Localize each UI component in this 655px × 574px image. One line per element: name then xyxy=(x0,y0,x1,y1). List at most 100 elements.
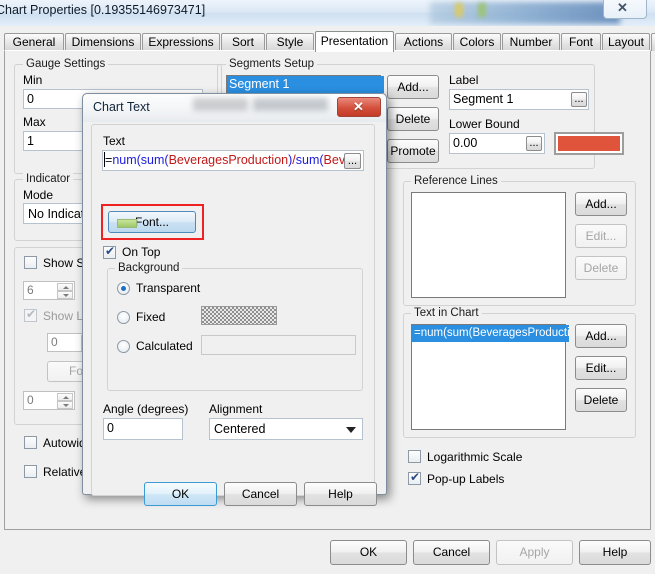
background-fixed-radio[interactable] xyxy=(117,311,130,324)
labels-every-value: 0 xyxy=(51,335,58,349)
on-top-checkbox[interactable]: ✔ xyxy=(103,245,116,259)
check-icon: ✔ xyxy=(26,307,37,321)
dialog-footer: OK Cancel Apply Help xyxy=(4,534,651,572)
segments-promote-button[interactable]: Promote xyxy=(387,139,439,163)
expr-fn-sum-1: sum( xyxy=(140,153,169,167)
tab-general[interactable]: General xyxy=(4,33,64,51)
lower-bound-label: Lower Bound xyxy=(449,117,520,131)
popup-labels-checkbox[interactable]: ✔ xyxy=(408,470,421,485)
segment-color-swatch[interactable] xyxy=(554,132,624,155)
background-group-label: Background xyxy=(115,262,183,274)
list-item[interactable]: =num(sum(BeveragesProduction xyxy=(412,325,569,342)
text-in-chart-delete-button[interactable]: Delete xyxy=(575,388,627,412)
titlebar-smudge-b xyxy=(253,98,328,111)
minor-units-up-icon[interactable] xyxy=(57,393,73,401)
minor-units-down-icon[interactable] xyxy=(57,401,73,409)
window-titlebar: Chart Properties [0.19355146973471] ✕ xyxy=(0,0,655,26)
reference-lines-delete-button[interactable]: Delete xyxy=(575,256,627,280)
apply-button[interactable]: Apply xyxy=(496,540,573,565)
tab-font[interactable]: Font xyxy=(561,33,601,51)
window-title: Chart Properties [0.19355146973471] xyxy=(0,3,206,17)
major-units-down-icon[interactable] xyxy=(57,291,73,299)
reference-lines-add-button[interactable]: Add... xyxy=(575,192,627,216)
tab-number[interactable]: Number xyxy=(502,33,560,51)
ok-button[interactable]: OK xyxy=(330,540,407,565)
major-units-stepper[interactable]: 6 xyxy=(23,281,75,300)
text-in-chart-group-label: Text in Chart xyxy=(411,307,482,319)
angle-input[interactable]: 0 xyxy=(103,418,183,440)
indicator-group-label: Indicator xyxy=(23,173,74,185)
text-expression-value: =num(sum(BeveragesProduction)/sum(Beve xyxy=(105,152,352,169)
show-scale-checkbox[interactable] xyxy=(24,256,37,269)
tab-colors[interactable]: Colors xyxy=(453,33,501,51)
tab-bar: General Dimensions Expressions Sort Styl… xyxy=(4,31,655,52)
autowidth-checkbox[interactable] xyxy=(24,436,37,449)
chart-text-help-button[interactable]: Help xyxy=(304,482,377,506)
help-button[interactable]: Help xyxy=(579,540,651,565)
segments-setup-group-label: Segments Setup xyxy=(226,58,318,70)
text-in-chart-edit-button[interactable]: Edit... xyxy=(575,356,627,380)
major-units-up-icon[interactable] xyxy=(57,283,73,291)
chart-text-font-button-label: Font... xyxy=(134,215,169,229)
chart-text-cancel-button[interactable]: Cancel xyxy=(224,482,297,506)
cancel-button[interactable]: Cancel xyxy=(413,540,490,565)
text-in-chart-add-button[interactable]: Add... xyxy=(575,324,627,348)
alignment-value: Centered xyxy=(214,422,266,436)
chart-text-font-button[interactable]: Font... xyxy=(108,211,196,233)
chart-text-dialog: Chart Text ✕ Text =num(sum(BeveragesProd… xyxy=(82,93,387,506)
reference-lines-list[interactable] xyxy=(411,192,566,298)
chart-text-ok-button[interactable]: OK xyxy=(144,482,217,506)
popup-labels-label: Pop-up Labels xyxy=(427,472,505,486)
chart-text-titlebar: Chart Text ✕ xyxy=(83,94,386,122)
text-expression-ellipsis-button[interactable]: ... xyxy=(344,153,361,169)
chevron-down-icon xyxy=(346,427,356,433)
background-calculated-label: Calculated xyxy=(136,339,193,353)
background-calculated-input[interactable] xyxy=(201,335,356,355)
segments-add-button[interactable]: Add... xyxy=(387,75,439,99)
tab-caption[interactable]: Caption xyxy=(651,33,655,51)
text-field-label: Text xyxy=(103,134,126,148)
background-calculated-radio[interactable] xyxy=(117,340,130,353)
segment-label-input[interactable]: Segment 1 xyxy=(449,89,589,110)
logarithmic-scale-label: Logarithmic Scale xyxy=(427,450,523,464)
tab-presentation[interactable]: Presentation xyxy=(315,31,394,52)
lower-bound-ellipsis-button[interactable]: ... xyxy=(526,136,542,151)
text-in-chart-list[interactable]: =num(sum(BeveragesProduction xyxy=(411,324,569,430)
alignment-select[interactable]: Centered xyxy=(209,418,363,440)
expr-fn-sum-2: sum( xyxy=(295,153,324,167)
chart-text-close-button[interactable]: ✕ xyxy=(337,97,381,117)
relative-segments-checkbox[interactable] xyxy=(24,465,37,478)
close-icon: ✕ xyxy=(617,0,628,15)
mode-label: Mode xyxy=(23,188,54,202)
major-units-value: 6 xyxy=(27,283,34,297)
tab-style[interactable]: Style xyxy=(266,33,314,51)
tab-actions[interactable]: Actions xyxy=(395,33,452,51)
segment-label-label: Label xyxy=(449,73,479,87)
window-close-button[interactable]: ✕ xyxy=(603,0,647,19)
segment-label-ellipsis-button[interactable]: ... xyxy=(571,92,587,107)
background-fixed-color-swatch[interactable] xyxy=(201,306,277,325)
reference-lines-edit-button[interactable]: Edit... xyxy=(575,224,627,248)
max-label: Max xyxy=(23,115,46,129)
tab-expressions[interactable]: Expressions xyxy=(142,33,220,51)
logarithmic-scale-checkbox[interactable] xyxy=(408,450,421,463)
titlebar-smudge-yellow xyxy=(455,3,463,17)
text-expression-input[interactable]: =num(sum(BeveragesProduction)/sum(Beve xyxy=(102,150,364,171)
list-item[interactable]: Segment 1 xyxy=(227,76,384,93)
min-label: Min xyxy=(23,73,43,87)
font-preview-icon xyxy=(117,219,137,228)
gauge-settings-group-label: Gauge Settings xyxy=(23,58,109,70)
chart-text-body: Text =num(sum(BeveragesProduction)/sum(B… xyxy=(91,124,378,519)
check-icon: ✔ xyxy=(410,470,421,484)
background-transparent-label: Transparent xyxy=(136,281,201,295)
tab-layout[interactable]: Layout xyxy=(602,33,650,51)
background-fixed-label: Fixed xyxy=(136,310,166,324)
tab-sort[interactable]: Sort xyxy=(221,33,265,51)
expr-field-1: BeveragesProduction xyxy=(168,153,289,167)
tab-dimensions[interactable]: Dimensions xyxy=(65,33,141,51)
background-transparent-radio[interactable] xyxy=(117,282,130,295)
segments-delete-button[interactable]: Delete xyxy=(387,107,439,131)
minor-units-stepper[interactable]: 0 xyxy=(23,391,75,410)
angle-label: Angle (degrees) xyxy=(103,402,189,416)
show-labels-checkbox[interactable]: ✔ xyxy=(24,307,37,322)
